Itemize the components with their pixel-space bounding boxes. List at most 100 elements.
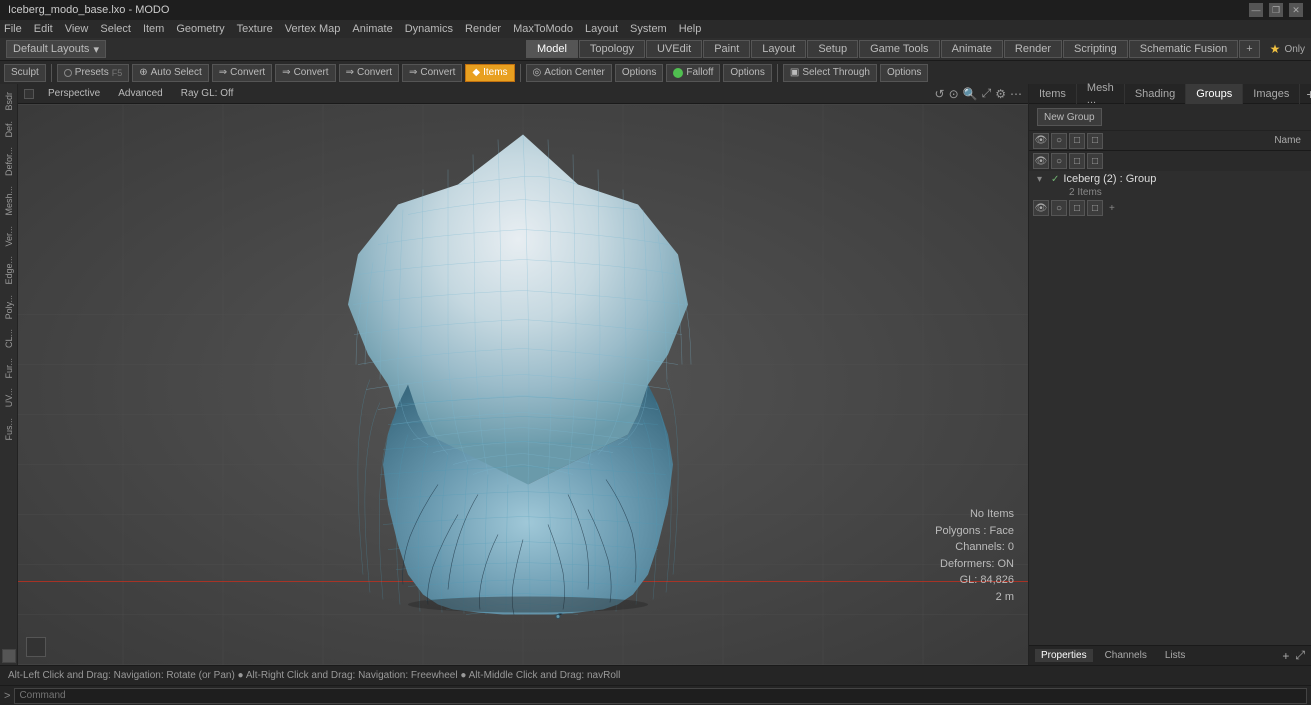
tab-topology[interactable]: Topology	[579, 40, 645, 58]
sidebar-tab-bsdr[interactable]: Bsdr	[2, 88, 16, 115]
restore-button[interactable]: ❐	[1269, 3, 1283, 17]
select-through-button[interactable]: ▣ Select Through	[783, 64, 877, 82]
tab-model[interactable]: Model	[526, 40, 578, 58]
tree-lock-icon[interactable]: □	[1069, 153, 1085, 169]
tree-eye-icon-2[interactable]: 👁	[1033, 200, 1049, 216]
mini-square-icon[interactable]	[2, 649, 16, 663]
viewport-raygl-button[interactable]: Ray GL: Off	[177, 87, 238, 100]
default-layouts-dropdown[interactable]: Default Layouts ▾	[6, 40, 106, 58]
convert4-button[interactable]: ⇒ Convert	[402, 64, 462, 82]
rp-render-icon[interactable]: ○	[1051, 133, 1067, 149]
sidebar-tab-defor[interactable]: Defor...	[2, 143, 16, 180]
rp-eye-icon[interactable]: 👁	[1033, 133, 1049, 149]
options2-button[interactable]: Options	[723, 64, 771, 82]
viewport-nav-cube[interactable]	[26, 637, 46, 657]
menu-dynamics[interactable]: Dynamics	[405, 23, 453, 35]
tab-schematic[interactable]: Schematic Fusion	[1129, 40, 1238, 58]
tree-render-icon[interactable]: ○	[1051, 153, 1067, 169]
sidebar-tab-poly[interactable]: Poly...	[2, 291, 16, 323]
group-tree-item[interactable]: ▾ ✓ Iceberg (2) : Group	[1029, 171, 1311, 187]
tree-settings-icon-2[interactable]: □	[1087, 200, 1103, 216]
tab-setup[interactable]: Setup	[807, 40, 858, 58]
falloff-button[interactable]: Falloff	[666, 64, 720, 82]
menu-item[interactable]: Item	[143, 23, 164, 35]
viewport-maximize-icon[interactable]: ⤢	[982, 86, 992, 101]
action-center-button[interactable]: ◎ Action Center	[526, 64, 612, 82]
sidebar-tab-mesh[interactable]: Mesh...	[2, 182, 16, 220]
menu-file[interactable]: File	[4, 23, 22, 35]
sidebar-tab-edge[interactable]: Edge...	[2, 252, 16, 289]
tree-lock-icon-2[interactable]: □	[1069, 200, 1085, 216]
right-tab-mesh[interactable]: Mesh ...	[1077, 84, 1125, 104]
sidebar-tab-uv[interactable]: UV...	[2, 384, 16, 411]
tree-eye-icon[interactable]: 👁	[1033, 153, 1049, 169]
right-tab-shading[interactable]: Shading	[1125, 84, 1186, 104]
bottom-tab-channels[interactable]: Channels	[1099, 649, 1153, 662]
menu-geometry[interactable]: Geometry	[176, 23, 224, 35]
add-right-tab-button[interactable]: +	[1300, 86, 1311, 102]
menu-layout[interactable]: Layout	[585, 23, 618, 35]
bottom-tab-lists[interactable]: Lists	[1159, 649, 1192, 662]
rp-settings-icon[interactable]: □	[1087, 133, 1103, 149]
check-icon: ✓	[1051, 174, 1059, 185]
menu-select[interactable]: Select	[100, 23, 131, 35]
viewport-canvas[interactable]: No Items Polygons : Face Channels: 0 Def…	[18, 104, 1028, 665]
minimize-button[interactable]: —	[1249, 3, 1263, 17]
convert3-button[interactable]: ⇒ Convert	[339, 64, 399, 82]
right-tab-groups[interactable]: Groups	[1186, 84, 1243, 104]
sidebar-tab-ver[interactable]: Ver...	[2, 222, 16, 251]
dropdown-arrow-icon: ▾	[93, 43, 99, 56]
convert2-button[interactable]: ⇒ Convert	[275, 64, 335, 82]
sidebar-tab-def[interactable]: Def.	[2, 117, 16, 142]
right-tab-items[interactable]: Items	[1029, 84, 1077, 104]
options1-button[interactable]: Options	[615, 64, 663, 82]
right-tab-images[interactable]: Images	[1243, 84, 1300, 104]
sidebar-tab-cl[interactable]: CL...	[2, 325, 16, 352]
new-group-button[interactable]: New Group	[1037, 108, 1102, 126]
menu-render[interactable]: Render	[465, 23, 501, 35]
sculpt-button[interactable]: Sculpt	[4, 64, 46, 82]
add-layout-tab-button[interactable]: +	[1239, 40, 1259, 58]
menu-help[interactable]: Help	[679, 23, 702, 35]
items-button[interactable]: ◆ Items	[465, 64, 514, 82]
expand-bottom-panel-button[interactable]: ⤢	[1295, 648, 1305, 663]
viewport-zoom-icon[interactable]: 🔍	[963, 87, 978, 101]
menu-maxtomodo[interactable]: MaxToModo	[513, 23, 573, 35]
bottom-tab-properties[interactable]: Properties	[1035, 649, 1093, 662]
close-button[interactable]: ✕	[1289, 3, 1303, 17]
command-input[interactable]	[14, 688, 1307, 704]
presets-button[interactable]: Presets F5	[57, 64, 129, 82]
viewport-perspective-button[interactable]: Perspective	[44, 87, 104, 100]
tab-render[interactable]: Render	[1004, 40, 1062, 58]
sidebar-tab-fus[interactable]: Fus...	[2, 414, 16, 445]
menu-edit[interactable]: Edit	[34, 23, 53, 35]
menu-system[interactable]: System	[630, 23, 667, 35]
tree-settings-icon[interactable]: □	[1087, 153, 1103, 169]
menu-texture[interactable]: Texture	[237, 23, 273, 35]
viewport-camera-icon[interactable]: ⊙	[949, 87, 959, 101]
menu-vertexmap[interactable]: Vertex Map	[285, 23, 341, 35]
tab-gametools[interactable]: Game Tools	[859, 40, 940, 58]
viewport-advanced-button[interactable]: Advanced	[114, 87, 166, 100]
bottom-panel-tabs: Properties Channels Lists + ⤢	[1029, 645, 1311, 665]
viewport-header: Perspective Advanced Ray GL: Off ↺ ⊙ 🔍 ⤢…	[18, 84, 1028, 104]
options3-button[interactable]: Options	[880, 64, 928, 82]
menu-animate[interactable]: Animate	[352, 23, 392, 35]
auto-select-button[interactable]: ⊕ Auto Select	[132, 64, 209, 82]
tab-animate[interactable]: Animate	[941, 40, 1003, 58]
viewport-more-icon[interactable]: ⋯	[1010, 87, 1022, 101]
viewport-refresh-icon[interactable]: ↺	[935, 87, 945, 101]
tab-layout[interactable]: Layout	[751, 40, 806, 58]
sidebar-tab-fur[interactable]: Fur...	[2, 354, 16, 383]
viewport-settings-icon[interactable]: ⚙	[995, 87, 1006, 101]
tab-uvedit[interactable]: UVEdit	[646, 40, 702, 58]
menu-view[interactable]: View	[65, 23, 89, 35]
viewport[interactable]: Perspective Advanced Ray GL: Off ↺ ⊙ 🔍 ⤢…	[18, 84, 1028, 665]
tree-add-icon[interactable]: +	[1109, 203, 1115, 214]
rp-lock-icon[interactable]: □	[1069, 133, 1085, 149]
tab-scripting[interactable]: Scripting	[1063, 40, 1128, 58]
add-bottom-tab-button[interactable]: +	[1282, 649, 1289, 663]
tab-paint[interactable]: Paint	[703, 40, 750, 58]
tree-render-icon-2[interactable]: ○	[1051, 200, 1067, 216]
convert1-button[interactable]: ⇒ Convert	[212, 64, 272, 82]
